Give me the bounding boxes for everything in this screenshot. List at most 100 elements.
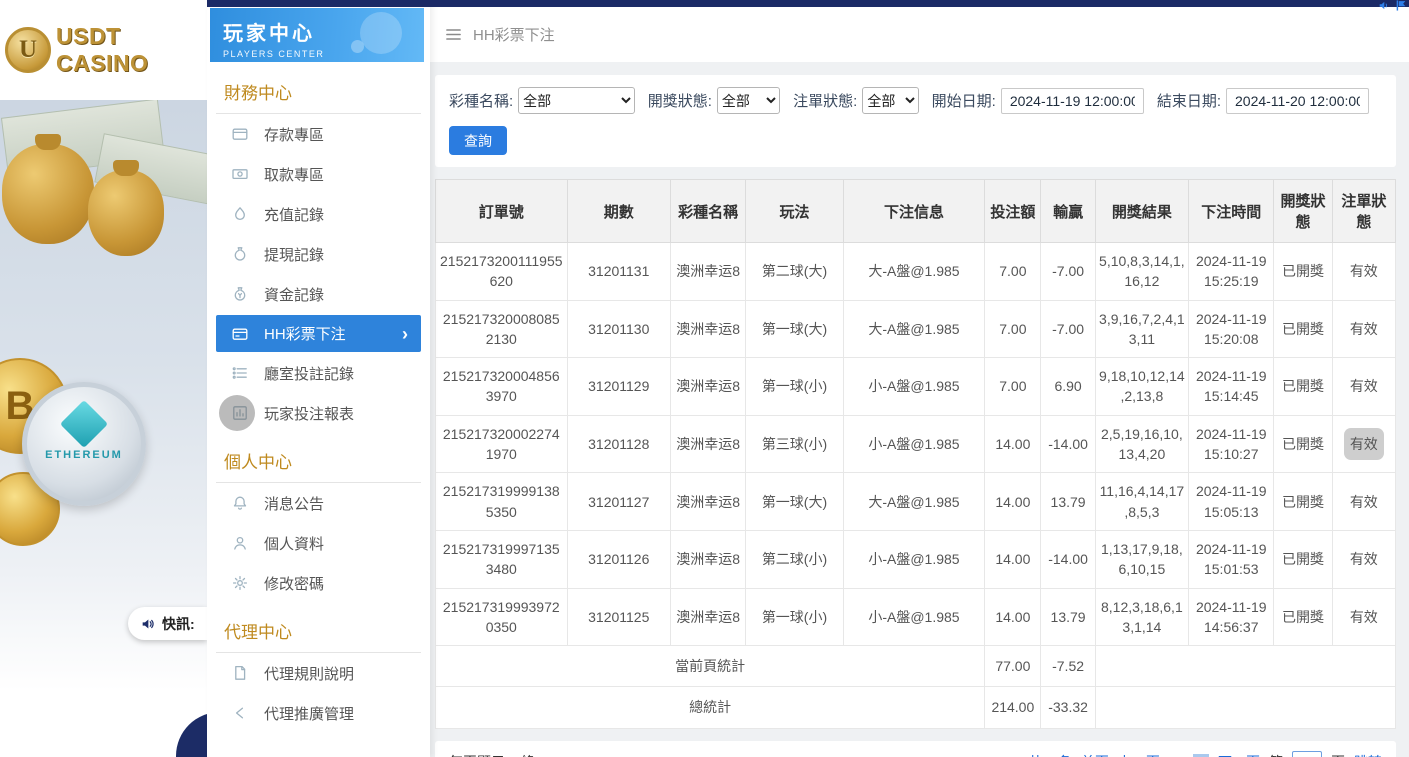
ethereum-coin-decor: ETHEREUM	[22, 382, 146, 506]
section-title: 個人中心	[216, 433, 421, 483]
draw-status-select[interactable]: 全部	[717, 87, 780, 114]
sidebar-item[interactable]: 代理推廣管理	[207, 693, 430, 733]
grand-summary-empty	[1095, 687, 1395, 728]
table-cell: 第一球(大)	[746, 300, 843, 358]
page-summary-winloss: -7.52	[1041, 646, 1095, 687]
end-date-input[interactable]	[1226, 88, 1369, 114]
next-page-link[interactable]: 下一页	[1218, 752, 1260, 757]
sidebar-subtitle: PLAYERS CENTER	[223, 49, 424, 59]
flag-icon[interactable]	[1394, 0, 1408, 12]
table-cell: 第一球(小)	[746, 358, 843, 416]
money-photo: KB46275 B B ETHEREUM	[0, 100, 207, 757]
table-row: 215217320002274197031201128澳洲幸运8第三球(小)小-…	[436, 415, 1396, 473]
filter-row: 彩種名稱: 全部 開獎狀態: 全部 注單狀態: 全部 開始日期: 結束日期:	[449, 87, 1382, 114]
table-row: 215217320004856397031201129澳洲幸运8第一球(小)小-…	[436, 358, 1396, 416]
column-header: 彩種名稱	[670, 180, 745, 243]
sidebar-item[interactable]: 修改密碼	[207, 563, 430, 603]
table-cell: 31201127	[567, 473, 670, 531]
announcement-icon[interactable]	[1377, 0, 1391, 12]
bets-table: 訂單號期數彩種名稱玩法下注信息投注額輸贏開獎結果下注時間開獎狀態注單狀態 215…	[435, 179, 1396, 729]
hovered-cell-highlight: 有效	[1344, 428, 1384, 460]
cursor-ripple	[219, 395, 255, 431]
sidebar-item-label: 資金記錄	[264, 284, 324, 305]
content-header: HH彩票下注	[430, 7, 1409, 62]
column-header: 開獎結果	[1095, 180, 1188, 243]
table-cell: 大-A盤@1.985	[843, 473, 985, 531]
sidebar-item-label: 個人資料	[264, 533, 324, 554]
sidebar-item-label: 消息公告	[264, 493, 324, 514]
table-cell: -7.00	[1041, 300, 1095, 358]
page-title: HH彩票下注	[473, 24, 555, 45]
order-status-label: 注單狀態:	[793, 90, 857, 111]
jump-button[interactable]: 跳转	[1354, 752, 1382, 757]
search-button[interactable]: 查詢	[449, 126, 507, 155]
column-header: 下注時間	[1189, 180, 1274, 243]
table-cell: 7.00	[985, 243, 1041, 301]
table-cell: 7.00	[985, 300, 1041, 358]
end-date-label: 結束日期:	[1157, 90, 1221, 111]
moneybag-decor	[88, 170, 164, 256]
table-cell: 31201126	[567, 530, 670, 588]
table-cell: 小-A盤@1.985	[843, 415, 985, 473]
sidebar-item[interactable]: 個人資料	[207, 523, 430, 563]
table-cell: 2024-11-19 15:05:13	[1189, 473, 1274, 531]
prev-page-link[interactable]: 上一页	[1118, 752, 1160, 757]
brand-initial: U	[19, 36, 37, 64]
bets-table-body: 215217320011195562031201131澳洲幸运8第二球(大)大-…	[436, 243, 1396, 646]
sidebar-item-label: 代理規則說明	[264, 663, 354, 684]
order-status-select[interactable]: 全部	[862, 87, 918, 114]
screen: U USDT CASINO KB46275 B B ETHEREUM 快訊:	[0, 0, 1409, 757]
sidebar-item-label: 玩家投注報表	[264, 403, 354, 424]
lottery-select[interactable]: 全部	[518, 87, 635, 114]
table-cell: 5,10,8,3,14,1,16,12	[1095, 243, 1188, 301]
sidebar-item[interactable]: 取款專區	[207, 154, 430, 194]
jump-page-input[interactable]	[1292, 751, 1322, 757]
table-cell: 8,12,3,18,6,13,1,14	[1095, 588, 1188, 646]
table-cell: 大-A盤@1.985	[843, 300, 985, 358]
column-header: 開獎狀態	[1274, 180, 1332, 243]
table-header-row: 訂單號期數彩種名稱玩法下注信息投注額輸贏開獎結果下注時間開獎狀態注單狀態	[436, 180, 1396, 243]
table-cell: 11,16,4,14,17,8,5,3	[1095, 473, 1188, 531]
table-cell: 第二球(小)	[746, 530, 843, 588]
list-icon	[231, 364, 249, 382]
table-cell: 2024-11-19 15:01:53	[1189, 530, 1274, 588]
column-header: 輸贏	[1041, 180, 1095, 243]
sidebar-item[interactable]: 代理規則說明	[207, 653, 430, 693]
table-cell: 14.00	[985, 588, 1041, 646]
share-icon	[231, 704, 249, 722]
ethereum-label: ETHEREUM	[27, 449, 141, 461]
table-cell: -14.00	[1041, 415, 1095, 473]
column-header: 下注信息	[843, 180, 985, 243]
brand-emblem-icon: U	[5, 27, 51, 73]
page-summary-bet: 77.00	[985, 646, 1041, 687]
sidebar-item-label: 廳室投註記錄	[264, 363, 354, 384]
moneybag-decor	[2, 144, 94, 244]
table-cell: 第一球(大)	[746, 473, 843, 531]
first-page-link[interactable]: 首页	[1081, 752, 1109, 757]
table-cell: 小-A盤@1.985	[843, 588, 985, 646]
top-bar	[207, 0, 1409, 7]
sidebar-item[interactable]: 玩家投注報表	[207, 393, 430, 433]
menu-icon[interactable]	[445, 26, 462, 43]
sidebar-item[interactable]: 廳室投註記錄	[207, 353, 430, 393]
sidebar-item[interactable]: 消息公告	[207, 483, 430, 523]
ethereum-logo-icon	[60, 400, 108, 448]
table-cell: 13.79	[1041, 473, 1095, 531]
table-cell: 有效	[1332, 358, 1395, 416]
grand-summary-row: 總統計 214.00 -33.32	[436, 687, 1396, 728]
table-row: 215217319999138535031201127澳洲幸运8第一球(大)大-…	[436, 473, 1396, 531]
pagination-bar: 每頁顯示20條 共27条 首页 上一页 [1][2] 下一页 第 页 跳转	[435, 741, 1396, 757]
sidebar-item[interactable]: 提現記錄	[207, 234, 430, 274]
main-content: 彩種名稱: 全部 開獎狀態: 全部 注單狀態: 全部 開始日期: 結束日期: 查…	[430, 62, 1409, 757]
section-title: 財務中心	[216, 64, 421, 114]
jump-label-suffix: 页	[1331, 752, 1345, 757]
table-cell: 澳洲幸运8	[670, 300, 745, 358]
start-date-input[interactable]	[1001, 88, 1144, 114]
sidebar-item[interactable]: 充值記錄	[207, 194, 430, 234]
sidebar-item-label: 提現記錄	[264, 244, 324, 265]
sidebar-item[interactable]: 存款專區	[207, 114, 430, 154]
sidebar-item[interactable]: HH彩票下注›	[216, 315, 421, 352]
sidebar-item-label: 取款專區	[264, 164, 324, 185]
sidebar-item[interactable]: 資金記錄	[207, 274, 430, 314]
table-cell: 大-A盤@1.985	[843, 243, 985, 301]
